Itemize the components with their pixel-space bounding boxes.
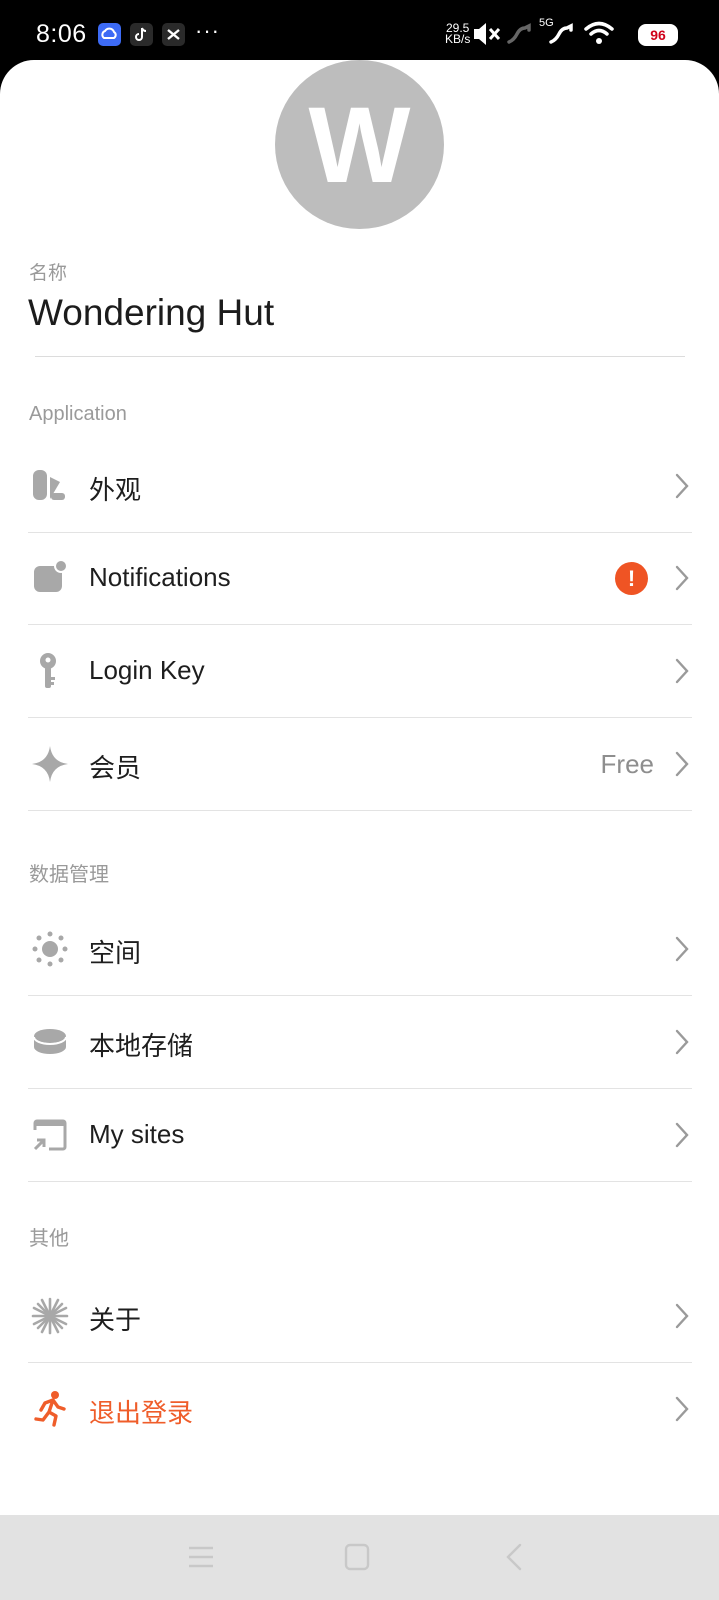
settings-item-label: 本地存储 — [89, 1031, 194, 1061]
exit-icon — [31, 1390, 69, 1428]
name-label: 名称 — [29, 263, 68, 284]
space-icon — [31, 930, 69, 968]
settings-item-notifications[interactable]: Notifications ! — [28, 532, 692, 625]
about-icon — [31, 1297, 69, 1335]
settings-item-label: Notifications — [89, 562, 231, 592]
tiktok-icon — [130, 23, 153, 46]
chevron-right-icon — [674, 656, 690, 686]
settings-item-label: 会员 — [89, 753, 142, 783]
system-nav-bar — [0, 1515, 719, 1600]
signal-1-icon — [507, 20, 535, 53]
back-icon[interactable] — [496, 1539, 532, 1575]
settings-item-label: 关于 — [89, 1305, 142, 1335]
chevron-right-icon — [674, 471, 690, 501]
chevron-right-icon — [674, 1120, 690, 1150]
mute-icon — [472, 20, 502, 53]
settings-item-membership[interactable]: 会员 Free — [28, 718, 692, 811]
wifi-icon — [584, 20, 614, 53]
battery-icon: 96 — [638, 24, 678, 46]
alert-badge-icon: ! — [615, 562, 648, 595]
signal-2-icon — [549, 20, 577, 53]
chevron-right-icon — [674, 1394, 690, 1424]
chevron-right-icon — [674, 749, 690, 779]
settings-item-logout[interactable]: 退出登录 — [28, 1363, 692, 1456]
storage-icon — [31, 1023, 69, 1061]
settings-item-my-sites[interactable]: My sites — [28, 1089, 692, 1182]
section-title-application: Application — [29, 403, 127, 425]
settings-item-appearance[interactable]: 外观 — [28, 440, 692, 533]
settings-item-label: Login Key — [89, 655, 205, 685]
settings-item-label: My sites — [89, 1119, 185, 1149]
home-icon[interactable] — [339, 1539, 375, 1575]
name-field[interactable]: Wondering Hut — [28, 292, 274, 334]
capcut-icon — [162, 23, 185, 46]
menu-icon[interactable] — [183, 1539, 219, 1575]
net-speed-unit: KB/s — [445, 32, 471, 46]
profile-sheet: W 名称 Wondering Hut Application 外观 Notifi… — [0, 60, 719, 1515]
section-title-data: 数据管理 — [29, 864, 109, 886]
settings-item-label: 外观 — [89, 475, 142, 505]
settings-item-space[interactable]: 空间 — [28, 903, 692, 996]
status-bar: 8:06 ··· 29.5 KB/s 5G 96 — [0, 0, 719, 68]
settings-item-label: 空间 — [89, 938, 142, 968]
settings-item-about[interactable]: 关于 — [28, 1270, 692, 1363]
settings-item-local-storage[interactable]: 本地存储 — [28, 996, 692, 1089]
net-speed: 29.5 KB/s — [445, 22, 471, 46]
appearance-icon — [31, 467, 69, 505]
cast-icon — [31, 1116, 69, 1154]
membership-plan-value: Free — [600, 749, 654, 779]
battery-level: 96 — [650, 27, 666, 43]
name-divider — [35, 356, 685, 357]
status-time: 8:06 — [36, 20, 87, 48]
notification-icon — [31, 559, 69, 597]
cloud-app-icon — [98, 23, 121, 46]
more-notifications-icon: ··· — [195, 18, 220, 43]
settings-item-login-key[interactable]: Login Key — [28, 625, 692, 718]
key-icon — [31, 652, 69, 690]
chevron-right-icon — [674, 1301, 690, 1331]
chevron-right-icon — [674, 934, 690, 964]
avatar[interactable]: W — [275, 60, 444, 229]
section-title-other: 其他 — [29, 1228, 69, 1250]
settings-item-label: 退出登录 — [89, 1398, 194, 1428]
chevron-right-icon — [674, 1027, 690, 1057]
sparkle-icon — [31, 745, 69, 783]
chevron-right-icon — [674, 563, 690, 593]
